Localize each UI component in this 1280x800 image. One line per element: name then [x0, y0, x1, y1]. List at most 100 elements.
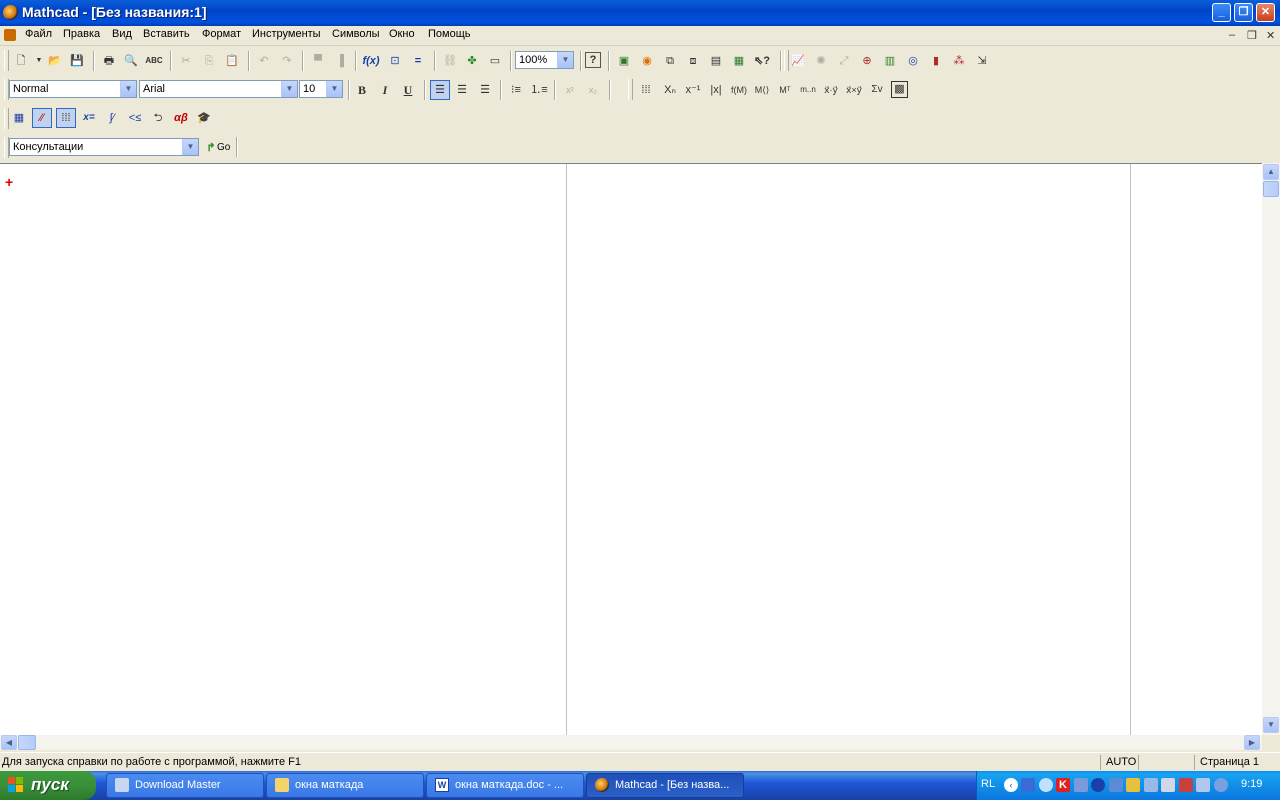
- calculus-icon[interactable]: ∫⁄: [103, 109, 121, 127]
- context-help-icon[interactable]: ⇖?: [753, 52, 771, 70]
- menu-edit[interactable]: Правка: [63, 28, 100, 40]
- insert-component-icon[interactable]: ✤: [463, 52, 481, 70]
- worksheet-area[interactable]: +: [0, 163, 1262, 736]
- menu-format[interactable]: Формат: [202, 28, 241, 40]
- align-center-icon[interactable]: ☰: [453, 81, 471, 99]
- mdi-restore-button[interactable]: ❐: [1247, 29, 1257, 42]
- minimize-button[interactable]: _: [1212, 3, 1231, 22]
- display-icon[interactable]: [1161, 778, 1175, 792]
- mathcad-app-icon[interactable]: [3, 5, 18, 20]
- task-mathcad[interactable]: Mathcad - [Без назва...: [586, 773, 744, 798]
- italic-button[interactable]: I: [376, 81, 394, 99]
- clock[interactable]: 9:19: [1241, 778, 1262, 790]
- cross-product-icon[interactable]: x⃗×y⃗: [845, 81, 863, 99]
- insert-hyperlink-icon[interactable]: ⛓: [441, 52, 459, 70]
- boolean-icon[interactable]: <≤: [126, 109, 144, 127]
- toolbar-icon[interactable]: ⧈: [684, 52, 702, 70]
- horizontal-scrollbar[interactable]: ◀ ▶: [0, 735, 1262, 750]
- range-icon[interactable]: m..n: [799, 81, 817, 99]
- help-icon[interactable]: ?: [585, 52, 601, 68]
- calculator-icon[interactable]: ▦: [10, 109, 28, 127]
- open-icon[interactable]: 📂: [46, 52, 64, 70]
- save-icon[interactable]: 💾: [68, 52, 86, 70]
- greek-icon[interactable]: αβ: [172, 109, 190, 127]
- xy-plot-icon[interactable]: 📈: [789, 52, 807, 70]
- superscript-icon[interactable]: x²: [561, 81, 579, 99]
- align-down-icon[interactable]: ▐: [331, 52, 349, 70]
- toolbar-grip[interactable]: [628, 79, 633, 100]
- vector-field-icon[interactable]: ⇲: [973, 52, 991, 70]
- column-icon[interactable]: M⟨⟩: [753, 81, 771, 99]
- surface-plot-icon[interactable]: ▥: [881, 52, 899, 70]
- programming-icon[interactable]: ⮌: [149, 109, 167, 127]
- transpose-icon[interactable]: Mᵀ: [776, 81, 794, 99]
- inverse-icon[interactable]: x⁻¹: [684, 81, 702, 99]
- bluetooth-icon[interactable]: [1091, 778, 1105, 792]
- chevron-down-icon[interactable]: ▼: [326, 81, 342, 97]
- start-button[interactable]: пуск: [0, 771, 96, 800]
- redo-icon[interactable]: ↷: [278, 52, 296, 70]
- graph-toolbar-button[interactable]: ⁄⁄: [32, 108, 52, 128]
- picture-icon[interactable]: ▩: [891, 81, 908, 98]
- restore-button[interactable]: ❐: [1234, 3, 1253, 22]
- polar-plot-icon[interactable]: ✺: [812, 52, 830, 70]
- font-select[interactable]: Arial ▼: [139, 80, 298, 98]
- zoom-select[interactable]: 100% ▼: [515, 51, 574, 69]
- menu-symbols[interactable]: Символы: [332, 28, 380, 40]
- paste-icon[interactable]: 📋: [223, 52, 241, 70]
- polar-graph-icon[interactable]: ⊕: [858, 52, 876, 70]
- insert-unit-icon[interactable]: ⊡: [386, 52, 404, 70]
- matrix-toolbar-button[interactable]: ⁞⁞⁞: [56, 108, 76, 128]
- undo-icon[interactable]: ↶: [255, 52, 273, 70]
- chevron-down-icon[interactable]: ▼: [120, 81, 136, 97]
- subscript-index-icon[interactable]: Xₙ: [661, 81, 679, 99]
- copy-icon[interactable]: ⎘: [200, 52, 218, 70]
- menu-file[interactable]: Файл: [25, 28, 52, 40]
- shield-icon[interactable]: [1074, 778, 1088, 792]
- evaluation-icon[interactable]: x=: [80, 109, 98, 127]
- mdi-close-button[interactable]: ✕: [1266, 29, 1275, 42]
- monitor-icon[interactable]: [1109, 778, 1123, 792]
- print-preview-icon[interactable]: 🔍: [122, 52, 140, 70]
- remove-hardware-icon[interactable]: [1179, 778, 1193, 792]
- horizontal-scroll-thumb[interactable]: [18, 735, 36, 750]
- bold-button[interactable]: B: [353, 81, 371, 99]
- contour-plot-icon[interactable]: ◎: [904, 52, 922, 70]
- antivirus-icon[interactable]: K: [1056, 778, 1070, 792]
- online-icon[interactable]: ◉: [638, 52, 656, 70]
- underline-button[interactable]: U: [399, 81, 417, 99]
- cut-icon[interactable]: ✂: [177, 52, 195, 70]
- align-right-icon[interactable]: ☰: [476, 81, 494, 99]
- show-hidden-icons-icon[interactable]: ‹: [1004, 778, 1018, 792]
- determinant-icon[interactable]: |x|: [707, 81, 725, 99]
- symbolic-icon[interactable]: 🎓: [195, 109, 213, 127]
- vectorize-icon[interactable]: f(M): [730, 81, 748, 99]
- volume-icon[interactable]: [1196, 778, 1210, 792]
- vector-sum-icon[interactable]: Σv: [868, 81, 886, 99]
- scroll-down-icon[interactable]: ▼: [1263, 717, 1279, 733]
- matrix-insert-icon[interactable]: ⁞⁞⁞: [637, 81, 655, 99]
- resources-select[interactable]: Консультации ▼: [9, 138, 199, 156]
- zoom-plot-icon[interactable]: ⤢: [835, 52, 853, 70]
- chevron-down-icon[interactable]: ▼: [557, 52, 573, 68]
- task-folder[interactable]: окна маткада: [266, 773, 424, 798]
- new-icon[interactable]: 🗋: [12, 52, 30, 70]
- bullets-icon[interactable]: ⁝≡: [507, 81, 525, 99]
- camera-icon[interactable]: ▤: [707, 52, 725, 70]
- title-bar[interactable]: Mathcad - [Без названия:1] _ ❐ ✕: [0, 0, 1280, 26]
- menu-insert[interactable]: Вставить: [143, 28, 190, 40]
- network-icon[interactable]: [1021, 778, 1035, 792]
- language-indicator[interactable]: RL: [981, 778, 995, 790]
- worksheet-icon[interactable]: ▣: [615, 52, 633, 70]
- scroll-up-icon[interactable]: ▲: [1263, 164, 1279, 180]
- toolbar-grip[interactable]: [4, 108, 9, 129]
- chevron-down-icon[interactable]: ▼: [281, 81, 297, 97]
- document-icon[interactable]: [4, 29, 16, 41]
- key-icon[interactable]: [1144, 778, 1158, 792]
- collaboratory-icon[interactable]: ⧉: [661, 52, 679, 70]
- style-select[interactable]: Normal ▼: [9, 80, 137, 98]
- bar-plot-icon[interactable]: ▮: [927, 52, 945, 70]
- menu-help[interactable]: Помощь: [428, 28, 471, 40]
- resource-center-icon[interactable]: ▭: [486, 52, 504, 70]
- numbering-icon[interactable]: ⒈≡: [530, 81, 548, 99]
